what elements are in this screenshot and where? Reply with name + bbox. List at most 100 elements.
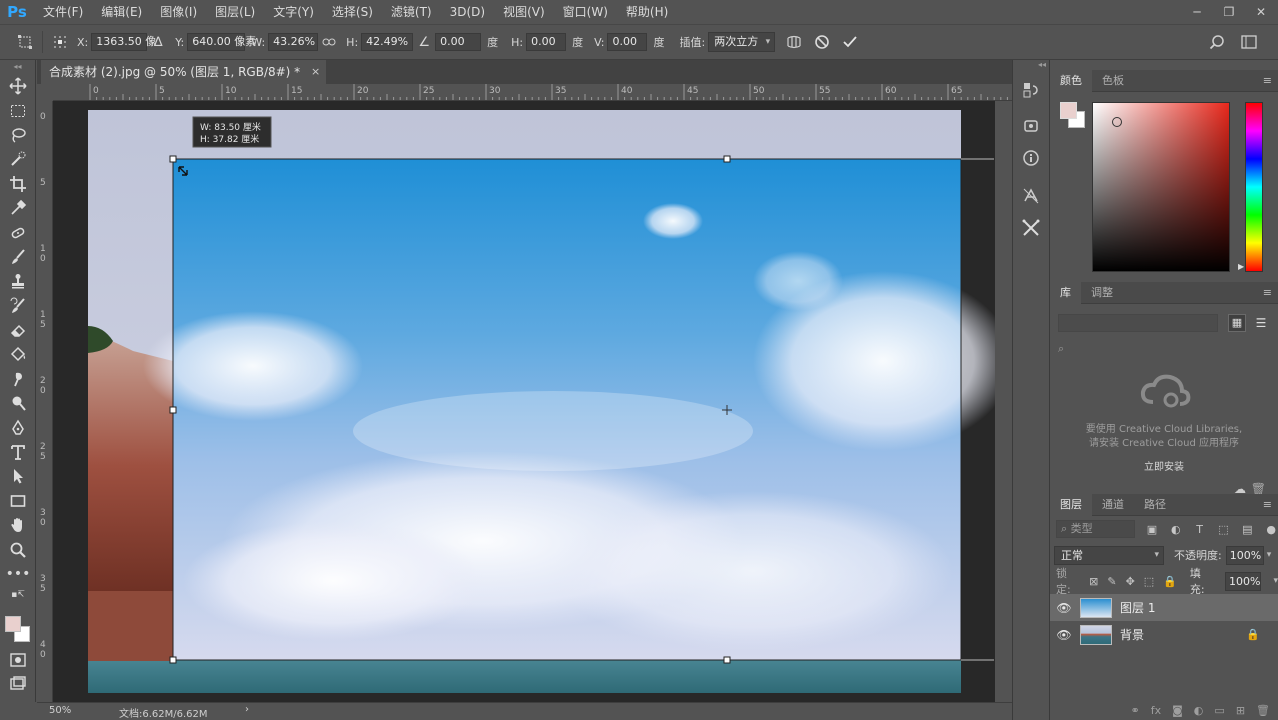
menu-select[interactable]: 选择(S) (323, 0, 382, 24)
zoom-level[interactable]: 50% (49, 705, 71, 716)
eyedropper-tool-icon[interactable] (0, 196, 36, 220)
new-group-icon[interactable]: ▭ (1214, 704, 1224, 717)
horizontal-ruler[interactable]: 0 5 10 15 20 25 30 35 40 45 50 55 60 65 (53, 84, 1012, 101)
ruler-corner[interactable] (37, 84, 53, 101)
hue-slider-handle[interactable]: ▶ (1238, 262, 1244, 271)
filter-shape-icon[interactable]: ⬚ (1217, 523, 1231, 536)
quick-select-tool-icon[interactable] (0, 147, 36, 171)
menu-image[interactable]: 图像(I) (151, 0, 206, 24)
warp-icon[interactable] (783, 31, 805, 53)
hskew-input[interactable]: 0.00 (526, 33, 567, 51)
opacity-dropdown-icon[interactable]: ▾ (1267, 550, 1272, 560)
default-colors-icon[interactable]: ▪↸ (0, 586, 36, 604)
opacity-input[interactable]: 100% (1225, 545, 1264, 565)
menu-view[interactable]: 视图(V) (494, 0, 554, 24)
tab-color[interactable]: 颜色 (1050, 69, 1092, 92)
visibility-eye-icon[interactable]: 👁 (1050, 628, 1078, 642)
collapse-arrows-icon[interactable]: ◂◂ (1013, 60, 1049, 74)
paint-bucket-tool-icon[interactable] (0, 342, 36, 366)
hue-slider[interactable] (1245, 102, 1263, 272)
menu-layer[interactable]: 图层(L) (206, 0, 264, 24)
marquee-tool-icon[interactable] (0, 98, 36, 122)
add-mask-icon[interactable]: ◙ (1172, 704, 1183, 717)
link-layers-icon[interactable]: ⚭ (1131, 704, 1140, 717)
w-input[interactable]: 43.26% (268, 33, 319, 51)
clone-stamp-tool-icon[interactable] (0, 269, 36, 293)
lock-artboard-icon[interactable]: ⬚ (1144, 575, 1154, 588)
filter-smart-object-icon[interactable]: ▤ (1240, 523, 1254, 536)
history-panel-icon[interactable] (1013, 74, 1049, 106)
close-button[interactable]: ✕ (1252, 5, 1270, 19)
x-input[interactable]: 1363.50 像 (91, 33, 156, 51)
lasso-tool-icon[interactable] (0, 123, 36, 147)
list-view-icon[interactable]: ☰ (1252, 314, 1270, 332)
properties-panel-icon[interactable] (1013, 110, 1049, 142)
foreground-color-swatch[interactable] (5, 616, 21, 632)
delta-icon[interactable]: ∆ (147, 31, 169, 53)
library-search-icon[interactable]: ⌕ (1058, 342, 1270, 360)
interpolation-select[interactable]: 两次立方 (708, 32, 776, 52)
status-menu-arrow[interactable]: › (245, 704, 249, 715)
panel-menu-icon[interactable]: ≡ (1263, 282, 1272, 304)
vertical-ruler[interactable]: 0 5 1 0 1 5 2 0 2 5 3 0 3 5 4 0 (37, 101, 53, 702)
tab-layers[interactable]: 图层 (1050, 493, 1092, 516)
adjustment-layer-icon[interactable]: ◐ (1194, 704, 1204, 717)
more-tools-icon[interactable]: ••• (0, 562, 36, 586)
filter-type-icon[interactable]: T (1193, 523, 1207, 536)
vskew-input[interactable]: 0.00 (607, 33, 648, 51)
collapse-arrows-icon[interactable]: ◂◂ (0, 60, 35, 74)
tab-swatches[interactable]: 色板 (1092, 70, 1134, 92)
restore-button[interactable]: ❐ (1220, 5, 1238, 19)
filter-toggle-icon[interactable]: ● (1264, 523, 1278, 536)
install-now-link[interactable]: 立即安装 (1050, 458, 1278, 473)
layer-row[interactable]: 👁 图层 1 (1050, 594, 1278, 621)
fill-dropdown-icon[interactable]: ▾ (1273, 576, 1278, 586)
lock-pixels-icon[interactable]: ✎ (1107, 575, 1116, 588)
close-tab-icon[interactable]: × (311, 60, 320, 84)
panel-menu-icon[interactable]: ≡ (1263, 70, 1272, 92)
pen-tool-icon[interactable] (0, 415, 36, 439)
minimize-button[interactable]: ─ (1188, 5, 1206, 19)
h-input[interactable]: 42.49% (361, 33, 414, 51)
move-tool-icon[interactable] (0, 74, 36, 98)
link-icon[interactable] (318, 31, 340, 53)
visibility-eye-icon[interactable]: 👁 (1050, 601, 1078, 615)
lock-position-icon[interactable]: ✥ (1126, 575, 1135, 588)
rectangle-tool-icon[interactable] (0, 489, 36, 513)
saturation-brightness-field[interactable] (1092, 102, 1230, 272)
menu-type[interactable]: 文字(Y) (264, 0, 323, 24)
tab-paths[interactable]: 路径 (1134, 494, 1176, 516)
crop-tool-icon[interactable] (0, 172, 36, 196)
fill-input[interactable]: 100% (1225, 571, 1262, 591)
angle-input[interactable]: 0.00 (435, 33, 482, 51)
smudge-tool-icon[interactable] (0, 367, 36, 391)
cancel-transform-icon[interactable] (811, 31, 833, 53)
hand-tool-icon[interactable] (0, 513, 36, 537)
screen-mode-icon[interactable] (0, 672, 36, 696)
healing-brush-tool-icon[interactable] (0, 220, 36, 244)
menu-3d[interactable]: 3D(D) (441, 0, 494, 24)
y-input[interactable]: 640.00 像素 (187, 33, 256, 51)
glyphs-panel-icon[interactable] (1013, 180, 1049, 212)
filter-pixel-icon[interactable]: ▣ (1145, 523, 1159, 536)
panel-menu-icon[interactable]: ≡ (1263, 494, 1272, 516)
transform-tool-icon[interactable] (14, 31, 36, 53)
lock-transparency-icon[interactable]: ⊠ (1089, 575, 1098, 588)
filter-adjustment-icon[interactable]: ◐ (1169, 523, 1183, 536)
tool-presets-panel-icon[interactable] (1013, 212, 1049, 244)
layer-filter-select[interactable]: ⌕ 类型 (1056, 520, 1136, 538)
workspace-icon[interactable] (1238, 31, 1260, 53)
reference-point-icon[interactable] (49, 31, 71, 53)
menu-edit[interactable]: 编辑(E) (92, 0, 151, 24)
commit-transform-icon[interactable] (839, 31, 861, 53)
layer-row[interactable]: 👁 背景 🔒 (1050, 621, 1278, 648)
quick-mask-icon[interactable] (0, 648, 36, 672)
dodge-tool-icon[interactable] (0, 391, 36, 415)
type-tool-icon[interactable] (0, 440, 36, 464)
layer-name[interactable]: 图层 1 (1120, 599, 1155, 616)
menu-filter[interactable]: 滤镜(T) (382, 0, 441, 24)
path-selection-tool-icon[interactable] (0, 464, 36, 488)
layer-name[interactable]: 背景 (1120, 626, 1144, 643)
color-picker-marker[interactable] (1112, 117, 1122, 127)
document-canvas[interactable]: W: 83.50 厘米 H: 37.82 厘米 (53, 101, 1012, 702)
